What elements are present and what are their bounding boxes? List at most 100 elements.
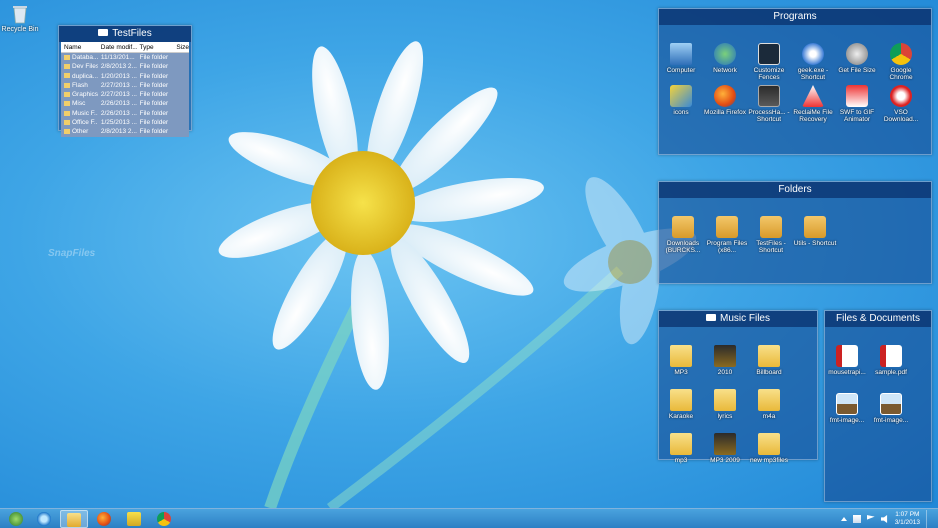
- file-table[interactable]: Name Date modif... Type Size Databa... 11…: [61, 42, 189, 137]
- reclaim-icon: [802, 85, 824, 107]
- program-item[interactable]: Get File Size: [835, 43, 879, 74]
- program-item[interactable]: VSO Download...: [879, 85, 923, 123]
- programs-fence-title[interactable]: Programs: [659, 9, 931, 25]
- music-item-label: lyrics: [717, 413, 733, 420]
- music-item[interactable]: new mp3files: [747, 433, 791, 464]
- music-item[interactable]: m4a: [747, 389, 791, 420]
- program-item[interactable]: Computer: [659, 43, 703, 74]
- document-item[interactable]: sample.pdf: [869, 345, 913, 376]
- shortcut-icon: [716, 216, 738, 238]
- row-name: Flash: [61, 81, 98, 90]
- documents-fence-title[interactable]: Files & Documents: [825, 311, 931, 327]
- recycle-bin-icon: [13, 6, 27, 24]
- recycle-bin[interactable]: Recycle Bin: [0, 4, 40, 33]
- table-row[interactable]: Dev Files 2/8/2013 2... File folder: [61, 62, 189, 72]
- column-header-type[interactable]: Type: [137, 42, 174, 52]
- music-item-label: Billboard: [756, 369, 782, 376]
- recycle-bin-label: Recycle Bin: [1, 26, 39, 33]
- documents-fence[interactable]: Files & Documents mousetrapi... sample.pd…: [824, 310, 932, 502]
- music-item[interactable]: Karaoke: [659, 389, 703, 420]
- column-header-name[interactable]: Name: [61, 42, 98, 52]
- table-row[interactable]: Misc 2/26/2013 ... File folder: [61, 99, 189, 109]
- geek-icon: [802, 43, 824, 65]
- music-fence-title[interactable]: Music Files: [659, 311, 817, 327]
- document-item[interactable]: mousetrapi...: [825, 345, 869, 376]
- program-item[interactable]: Network: [703, 43, 747, 74]
- testfiles-fence-title[interactable]: TestFiles: [59, 26, 191, 42]
- network-tray-icon[interactable]: [852, 515, 861, 523]
- row-date: 2/8/2013 2...: [100, 128, 137, 136]
- row-type: File folder: [139, 63, 169, 71]
- folder-item[interactable]: Utils - Shortcut: [793, 216, 837, 247]
- program-item[interactable]: SWF to GIF Animator: [835, 85, 879, 123]
- program-item[interactable]: Google Chrome: [879, 43, 923, 81]
- testfiles-fence[interactable]: TestFiles Name Date modif... Type Size D…: [58, 25, 192, 137]
- row-type: File folder: [139, 100, 169, 108]
- fences-icon: [758, 43, 780, 65]
- folder-item-label: Program Files (x86...: [706, 240, 748, 254]
- taskbar-chrome[interactable]: [150, 510, 178, 528]
- program-item[interactable]: Mozilla Firefox: [703, 85, 747, 116]
- music-item[interactable]: Billboard: [747, 345, 791, 376]
- folder-icon: [670, 345, 692, 367]
- tray-expand-icon[interactable]: [840, 517, 847, 521]
- watermark-text: SnapFiles: [48, 248, 96, 259]
- table-row[interactable]: Other 2/8/2013 2... File folder: [61, 127, 189, 137]
- row-size: [173, 127, 189, 136]
- flag-tray-icon[interactable]: [866, 515, 875, 520]
- taskbar-clock[interactable]: 1:07 PM 3/1/2013: [895, 511, 920, 527]
- folders-fence[interactable]: Folders Downloads (BURCKS... Program File…: [658, 181, 932, 284]
- table-row[interactable]: Music F... 2/26/2013 ... File folder: [61, 108, 189, 119]
- folder-item[interactable]: Downloads (BURCKS...: [661, 216, 705, 254]
- volume-tray-icon[interactable]: [880, 515, 888, 523]
- pdf-icon: [880, 345, 902, 367]
- file-explorer-icon: [67, 513, 81, 527]
- programs-fence[interactable]: Programs Computer Network Customize Fences…: [658, 8, 932, 155]
- program-item[interactable]: geek.exe - Shortcut: [791, 43, 835, 81]
- table-row[interactable]: Graphics 2/27/2013 ... File folder: [61, 90, 189, 100]
- music-fence[interactable]: Music Files MP3 2010 Billboard Karaoke lyric…: [658, 310, 818, 464]
- program-item[interactable]: ProcessHa... - Shortcut: [747, 85, 791, 123]
- music-item-label: MP3 2009: [710, 457, 740, 464]
- music-item[interactable]: mp3: [659, 433, 703, 464]
- show-desktop-button[interactable]: [926, 510, 932, 528]
- row-size: [173, 81, 189, 90]
- program-item-label: SWF to GIF Animator: [839, 109, 875, 123]
- clock-date: 3/1/2013: [894, 519, 920, 526]
- column-header-size[interactable]: Size: [173, 42, 189, 52]
- folder-app-icon: [127, 512, 141, 526]
- program-item[interactable]: Customize Fences: [747, 43, 791, 81]
- folders-fence-title[interactable]: Folders: [659, 182, 931, 198]
- program-item[interactable]: icons: [659, 85, 703, 116]
- music-item[interactable]: MP3 2009: [703, 433, 747, 464]
- program-item-label: Computer: [666, 67, 696, 74]
- shortcut-icon: [672, 216, 694, 238]
- music-item[interactable]: lyrics: [703, 389, 747, 420]
- taskbar-file-explorer[interactable]: [60, 510, 88, 528]
- chrome-icon: [157, 512, 171, 526]
- row-size: [173, 90, 189, 99]
- pc-icon: [670, 43, 692, 65]
- folder-item[interactable]: TestFiles - Shortcut: [749, 216, 793, 254]
- program-item-label: geek.exe - Shortcut: [797, 67, 829, 81]
- column-header-date[interactable]: Date modif...: [98, 42, 137, 52]
- music-item-label: mp3: [674, 457, 688, 464]
- table-row[interactable]: duplica... 1/20/2013 ... File folder: [61, 71, 189, 81]
- taskbar-internet-explorer[interactable]: [30, 510, 58, 528]
- program-item-label: icons: [673, 109, 689, 116]
- folder-icon: [64, 129, 70, 135]
- music-item[interactable]: 2010: [703, 345, 747, 376]
- img-icon: [836, 393, 858, 415]
- taskbar-folder-app[interactable]: [120, 510, 148, 528]
- table-row[interactable]: Office F... 1/25/2013 ... File folder: [61, 118, 189, 128]
- table-row[interactable]: Databa... 11/13/201... File folder: [61, 53, 189, 63]
- folder-item[interactable]: Program Files (x86...: [705, 216, 749, 254]
- music-item[interactable]: MP3: [659, 345, 703, 376]
- taskbar-firefox[interactable]: [90, 510, 118, 528]
- start-button[interactable]: [2, 510, 30, 528]
- table-row[interactable]: Flash 2/27/2013 ... File folder: [61, 80, 189, 91]
- document-item[interactable]: fmt-image...: [825, 393, 869, 424]
- row-date: 2/26/2013 ...: [100, 109, 137, 117]
- document-item[interactable]: fmt-image...: [869, 393, 913, 424]
- program-item[interactable]: ReclaiMe File Recovery: [791, 85, 835, 123]
